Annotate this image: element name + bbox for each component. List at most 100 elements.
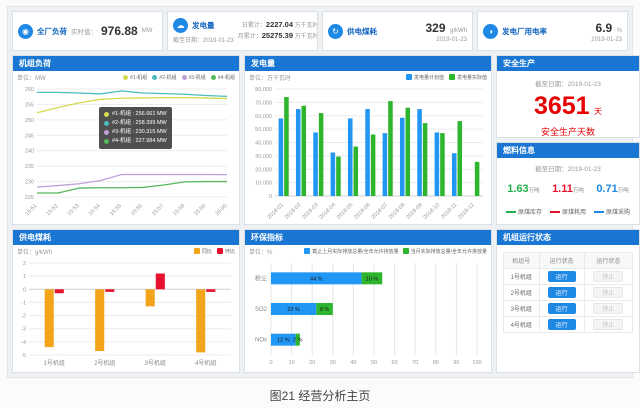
run-status-badge[interactable]: 运行 — [548, 287, 576, 298]
card-date: 截至日期：2019-01-23 — [173, 35, 234, 44]
panel-title: 机组负荷 — [13, 56, 239, 71]
stop-status-badge[interactable]: 停止 — [593, 319, 623, 330]
svg-text:235: 235 — [25, 164, 34, 170]
safety-caption: 安全生产天数 — [497, 125, 639, 137]
tooltip-dot — [104, 121, 109, 126]
safety-date-label: 截至日期： — [535, 81, 568, 88]
unit-label: 单位：万千瓦时 — [249, 73, 291, 82]
coal-bar-chart[interactable]: -5-4-3-2-10121号机组2号机组3号机组4号机组 — [13, 257, 235, 369]
card-title: 发电量 — [192, 20, 215, 31]
run-status-badge[interactable]: 运行 — [548, 271, 576, 282]
legend-item[interactable]: 截止上月实际排放总量/全年允许排放量 — [304, 248, 398, 255]
legend-label: 原煤耗用 — [562, 207, 586, 216]
legend-marker — [304, 248, 310, 254]
tooltip-dot — [104, 112, 109, 117]
svg-text:70: 70 — [412, 360, 418, 366]
unit-load-legend: #1-机组 #2-机组 #3-机组 #4-机组 — [123, 74, 235, 81]
unit-name: 3号机组 — [504, 301, 540, 317]
panel-title: 机组运行状态 — [497, 230, 639, 245]
stop-status-badge[interactable]: 停止 — [593, 271, 623, 282]
legend-item[interactable]: 发电量实际值 — [449, 74, 487, 81]
card-unit: g/kWh — [450, 28, 467, 34]
fuel-legend: 原煤库存 原煤耗用 原煤采购 — [497, 207, 639, 216]
legend-label: 原煤采购 — [606, 207, 630, 216]
card-title: 发电厂用电率 — [502, 26, 547, 37]
dashboard: ◉ 全厂负荷 实时值： 976.88 MW ☁ 发电量 截至日期：2019-01… — [7, 6, 633, 378]
legend-marker — [152, 75, 157, 80]
legend-item[interactable]: 发电量计划值 — [406, 74, 444, 81]
run-status-badge[interactable]: 运行 — [548, 319, 576, 330]
svg-text:80,000: 80,000 — [255, 87, 272, 93]
svg-text:12 %: 12 % — [277, 338, 290, 344]
legend-item[interactable]: #3-机组 — [182, 74, 206, 81]
svg-text:2018-01: 2018-01 — [267, 202, 286, 221]
legend-item[interactable]: 当月实际排放总量/全年允许排放量 — [403, 248, 487, 255]
svg-text:225: 225 — [25, 195, 34, 201]
svg-text:粉尘: 粉尘 — [255, 274, 267, 282]
daily-unit: 万千瓦时 — [295, 23, 318, 29]
svg-text:-2: -2 — [21, 314, 26, 320]
svg-text:-5: -5 — [21, 353, 26, 359]
panel-coal: 供电煤耗 单位：g/kWh 同比环比 -5-4-3-2-10121号机组2号机组… — [12, 229, 240, 373]
tooltip-text: #1-机组 : 256.661 MW — [112, 110, 167, 119]
legend-marker — [123, 75, 128, 80]
stop-status-badge[interactable]: 停止 — [593, 303, 623, 314]
page: ◉ 全厂负荷 实时值： 976.88 MW ☁ 发电量 截至日期：2019-01… — [0, 0, 640, 408]
svg-text:50,000: 50,000 — [255, 127, 272, 133]
monthly-total: 月累计：25275.39 万千瓦时 — [238, 31, 318, 42]
svg-text:2018-04: 2018-04 — [319, 202, 338, 221]
unit-name: 2号机组 — [504, 285, 540, 301]
fuel-value: 1.11万吨 — [552, 179, 584, 197]
fuel-value: 1.63万吨 — [507, 179, 539, 197]
panel-unit-load: 机组负荷 单位：MW #1-机组#2-机组#3-机组#4-机组 22523023… — [12, 55, 240, 225]
coal-legend: 同比 环比 — [194, 248, 235, 255]
svg-text:4号机组: 4号机组 — [195, 359, 216, 367]
legend-item[interactable]: 同比 — [194, 248, 212, 255]
monthly-unit: 万千瓦时 — [295, 34, 318, 40]
svg-text:240: 240 — [25, 149, 34, 155]
legend-item[interactable]: 环比 — [217, 248, 235, 255]
kpi-card-generation: ☁ 发电量 截至日期：2019-01-23 日累计：2227.04 万千瓦时 月… — [167, 11, 318, 51]
fuel-legend-item[interactable]: 原煤耗用 — [550, 207, 586, 216]
svg-text:60: 60 — [392, 360, 398, 366]
svg-text:60,000: 60,000 — [255, 114, 272, 120]
card-label: 实时值： — [71, 26, 97, 36]
panel-title: 环保指标 — [245, 230, 491, 245]
legend-item[interactable]: #1-机组 — [123, 74, 147, 81]
daily-label: 日累计： — [242, 23, 266, 29]
svg-text:245: 245 — [25, 133, 34, 139]
legend-label: 截止上月实际排放总量/全年允许排放量 — [312, 248, 398, 255]
svg-text:30,000: 30,000 — [255, 154, 272, 160]
card-date: 2019-01-23 — [426, 37, 468, 43]
tooltip-text: #3-机组 : 230.315 MW — [112, 128, 167, 137]
legend-label: 环比 — [225, 248, 235, 255]
legend-marker — [506, 211, 516, 213]
svg-text:15:53: 15:53 — [67, 203, 81, 217]
unit-load-line-chart[interactable]: 22523023524024525025526015:5115:5215:531… — [13, 83, 235, 223]
generation-icon: ☁ — [173, 18, 188, 33]
panel-title: 安全生产 — [497, 56, 639, 71]
run-status-badge[interactable]: 运行 — [548, 303, 576, 314]
svg-text:2018-08: 2018-08 — [388, 202, 407, 221]
svg-text:2018-12: 2018-12 — [457, 202, 476, 221]
stop-status-badge[interactable]: 停止 — [593, 287, 623, 298]
generation-bar-chart[interactable]: 010,00020,00030,00040,00050,00060,00070,… — [245, 83, 487, 223]
svg-text:70,000: 70,000 — [255, 100, 272, 106]
fuel-legend-item[interactable]: 原煤库存 — [506, 207, 542, 216]
safety-date-value: 2019-01-23 — [568, 81, 601, 88]
svg-text:22 %: 22 % — [287, 307, 300, 313]
environment-hbar-chart[interactable]: 0102030405060708090100粉尘44 %10 %SO222 %8… — [245, 257, 487, 369]
svg-text:2018-09: 2018-09 — [405, 202, 424, 221]
legend-item[interactable]: #4-机组 — [211, 74, 235, 81]
svg-text:15:55: 15:55 — [109, 203, 123, 217]
svg-text:20: 20 — [309, 360, 315, 366]
svg-text:40: 40 — [350, 360, 356, 366]
legend-label: 发电量计划值 — [414, 74, 444, 81]
svg-text:250: 250 — [25, 118, 34, 124]
tooltip-row: #2-机组 : 258.399 MW — [104, 119, 167, 128]
legend-item[interactable]: #2-机组 — [152, 74, 176, 81]
svg-text:-4: -4 — [21, 340, 26, 346]
fuel-legend-item[interactable]: 原煤采购 — [594, 207, 630, 216]
legend-label: 同比 — [202, 248, 212, 255]
card-title: 供电煤耗 — [347, 26, 377, 37]
